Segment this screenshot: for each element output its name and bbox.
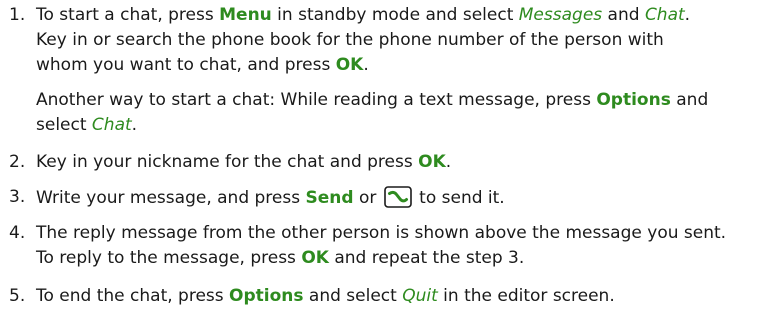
- send-key-label: Send: [305, 188, 354, 208]
- text-segment: To end the chat, press: [36, 286, 230, 306]
- ok-key-label: OK: [301, 248, 329, 268]
- text-segment: Key in your nickname for the chat and pr…: [36, 152, 419, 172]
- text-segment: To reply to the message, press: [36, 248, 302, 268]
- step-number: 2.: [9, 152, 26, 172]
- text-segment: or: [353, 188, 382, 208]
- options-key-label: Options: [229, 286, 304, 306]
- text-segment: Write your message, and press: [36, 188, 306, 208]
- ok-key-label: OK: [335, 55, 364, 75]
- chat-menu-label: Chat: [91, 115, 132, 135]
- step-number: 1.: [9, 5, 26, 25]
- step-number: 4.: [9, 223, 26, 243]
- text-segment: .: [684, 5, 691, 25]
- ok-key-label: OK: [418, 152, 446, 172]
- text-segment: .: [445, 152, 452, 172]
- chat-menu-label: Chat: [644, 5, 685, 25]
- messages-menu-label: Messages: [518, 5, 603, 25]
- text-segment: in the editor screen.: [437, 286, 615, 306]
- instruction-document: 1. To start a chat, press Menu in standb…: [0, 0, 761, 333]
- text-segment: Key in or search the phone book for the …: [36, 30, 664, 50]
- text-segment: The reply message from the other person …: [36, 223, 727, 243]
- text-segment: To start a chat, press: [36, 5, 220, 25]
- text-segment: in standby mode and select: [271, 5, 519, 25]
- text-segment: and: [670, 90, 709, 110]
- text-segment: and repeat the step 3.: [328, 248, 525, 268]
- text-segment: and: [602, 5, 645, 25]
- call-key-icon: [383, 186, 412, 208]
- text-segment: select: [36, 115, 92, 135]
- text-segment: and select: [303, 286, 403, 306]
- text-segment: whom you want to chat, and press: [36, 55, 336, 75]
- quit-menu-label: Quit: [402, 286, 438, 306]
- menu-key-label: Menu: [219, 5, 272, 25]
- step-number: 3.: [9, 187, 26, 207]
- options-key-label: Options: [596, 90, 671, 110]
- text-segment: .: [131, 115, 138, 135]
- step-number: 5.: [9, 286, 26, 306]
- text-segment: .: [363, 55, 369, 75]
- text-segment: to send it.: [413, 188, 505, 208]
- text-segment: Another way to start a chat: While readi…: [36, 90, 597, 110]
